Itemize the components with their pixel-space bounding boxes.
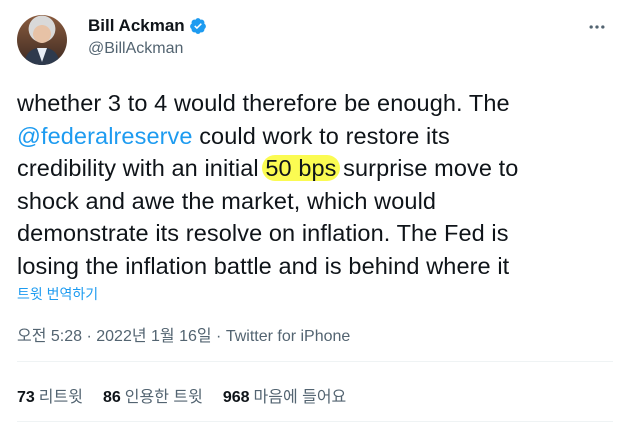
divider [17, 421, 613, 422]
tweet-line-1: whether 3 to 4 would therefore be enough… [17, 87, 617, 120]
author-handle[interactable]: @BillAckman [88, 40, 183, 58]
tweet-line-6: losing the inflation battle and is behin… [17, 250, 617, 283]
tweet-text-segment: losing the inflation battle and is behin… [17, 252, 510, 279]
meta-separator: · [82, 328, 97, 345]
tweet-line-4: shock and awe the market, which would [17, 185, 617, 218]
more-dots-icon [589, 25, 605, 29]
tweet-time[interactable]: 오전 5:28 [17, 328, 82, 345]
tweet-text: whether 3 to 4 would therefore be enough… [17, 87, 617, 282]
meta-separator: · [211, 328, 226, 345]
tweet-stats: 73 리트윗 86 인용한 트윗 968 마음에 들어요 [17, 383, 366, 407]
verified-badge-icon [189, 18, 206, 34]
avatar[interactable] [17, 15, 67, 65]
tweet-text-segment: shock and awe the market, which would [17, 187, 437, 214]
quotes-stat[interactable]: 86 인용한 트윗 [103, 383, 203, 407]
tweet-meta: 오전 5:28 · 2022년 1월 16일 · Twitter for iPh… [17, 322, 350, 346]
likes-label: 마음에 들어요 [253, 389, 347, 406]
tweet-line-2: @federalreserve could work to restore it… [17, 120, 617, 153]
likes-count: 968 [222, 389, 250, 406]
quotes-label: 인용한 트윗 [124, 389, 203, 406]
retweets-label: 리트윗 [38, 389, 83, 406]
tweet-text-segment: demonstrate its resolve on inflation. Th… [17, 220, 509, 246]
retweets-count: 73 [17, 389, 35, 406]
highlighted-text: 50 bps [262, 155, 340, 181]
more-options-button[interactable] [584, 14, 610, 40]
tweet-line-5: demonstrate its resolve on inflation. Th… [17, 217, 617, 250]
tweet-text-segment: whether 3 to 4 would therefore be enough… [17, 90, 510, 116]
tweet-line-3: credibility with an initial 50 bps surpr… [17, 152, 617, 185]
tweet-text-segment: credibility with an initial [17, 155, 266, 181]
likes-stat[interactable]: 968 마음에 들어요 [223, 383, 346, 407]
tweet-text-segment: could work to restore its [192, 122, 450, 149]
tweet-date[interactable]: 2022년 1월 16일 [96, 328, 211, 345]
tweet-text-segment: surprise move to [336, 155, 519, 181]
divider [17, 361, 613, 362]
translate-tweet-link[interactable]: 트윗 번역하기 [17, 284, 98, 304]
mention-link[interactable]: @federalreserve [17, 123, 193, 149]
tweet-source[interactable]: Twitter for iPhone [226, 328, 351, 345]
author-display-name[interactable]: Bill Ackman [88, 16, 185, 36]
quotes-count: 86 [102, 389, 121, 406]
author-name-row[interactable]: Bill Ackman [88, 16, 207, 36]
retweets-stat[interactable]: 73 리트윗 [17, 383, 83, 407]
